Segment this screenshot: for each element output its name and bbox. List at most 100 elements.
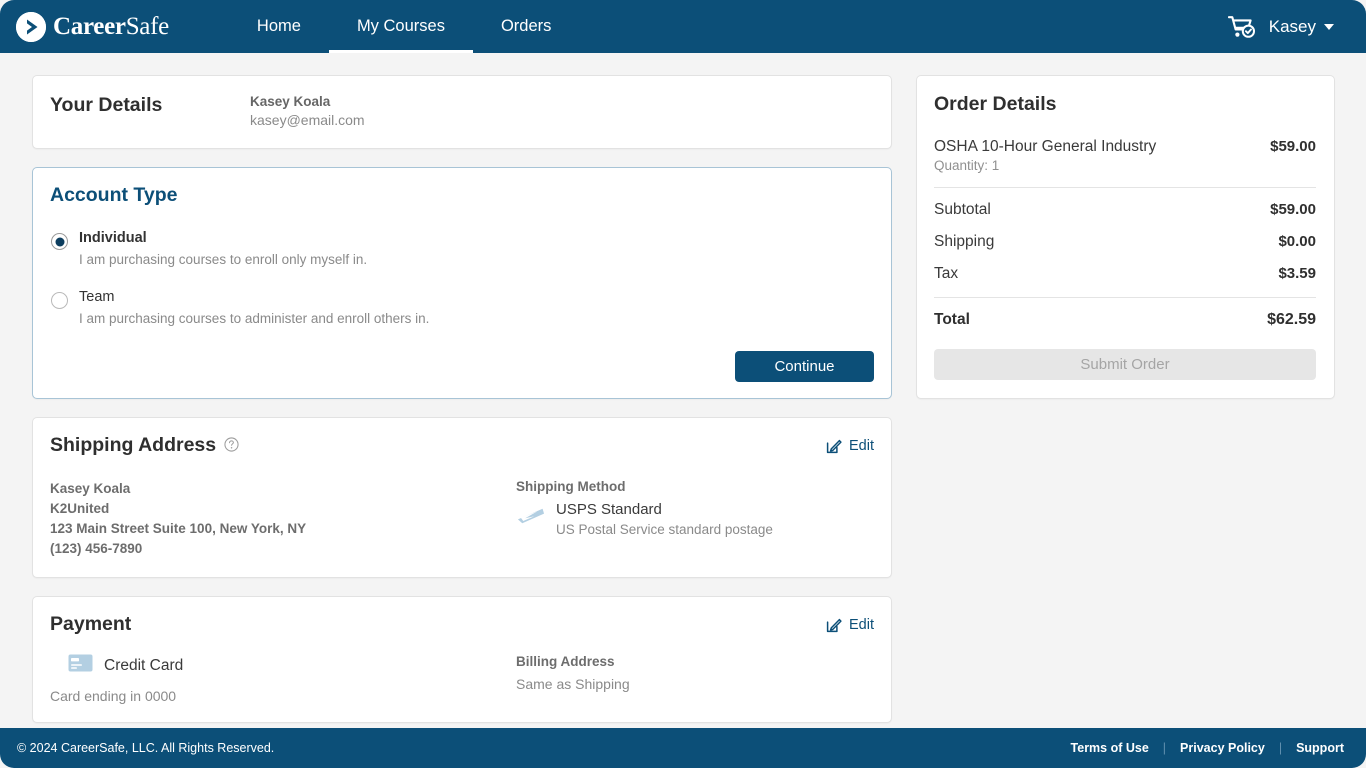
account-type-card: Account Type Individual I am purchasing …	[32, 167, 892, 399]
shipping-address-line: K2United	[50, 499, 516, 519]
your-details-body: Kasey Koala kasey@email.com	[250, 92, 365, 131]
user-menu[interactable]: Kasey	[1228, 15, 1348, 39]
order-item-name: OSHA 10-Hour General Industry	[934, 138, 1156, 156]
your-details-card: Your Details Kasey Koala kasey@email.com	[32, 75, 892, 149]
order-details-card: Order Details OSHA 10-Hour General Indus…	[916, 75, 1335, 399]
payment-edit-label: Edit	[849, 617, 874, 633]
billing-address-block: Billing Address Same as Shipping	[516, 654, 874, 704]
shipping-address-lines: Kasey Koala K2United 123 Main Street Sui…	[50, 479, 516, 559]
payment-card: Payment Edit	[32, 596, 892, 723]
checkout-left-column: Your Details Kasey Koala kasey@email.com…	[32, 75, 892, 723]
order-line-amount: $0.00	[1278, 233, 1316, 250]
shipping-address-header: Shipping Address	[50, 434, 874, 457]
footer-link-support[interactable]: Support	[1296, 741, 1344, 755]
payment-method-name: Credit Card	[104, 657, 183, 675]
submit-order-button[interactable]: Submit Order	[934, 349, 1316, 380]
shipping-address-line: Kasey Koala	[50, 479, 516, 499]
order-line-shipping: Shipping $0.00	[934, 233, 1316, 251]
question-circle-icon[interactable]	[224, 434, 239, 457]
radio-desc-individual: I am purchasing courses to enroll only m…	[79, 251, 367, 269]
payment-header: Payment	[50, 613, 874, 636]
order-details-title: Order Details	[934, 93, 1316, 116]
shipping-method-block: Shipping Method USPS Standard US Posta	[516, 479, 874, 559]
order-item-quantity: Quantity: 1	[934, 158, 1156, 173]
shipping-edit-link[interactable]: Edit	[826, 438, 874, 454]
logo-chevron-icon	[16, 12, 46, 42]
shipping-edit-label: Edit	[849, 438, 874, 454]
shipping-address-body: Kasey Koala K2United 123 Main Street Sui…	[50, 479, 874, 559]
footer-link-terms-of-use[interactable]: Terms of Use	[1071, 741, 1149, 755]
shipping-method-text: USPS Standard US Postal Service standard…	[556, 501, 773, 537]
cart-check-icon[interactable]	[1228, 15, 1256, 39]
billing-address-value: Same as Shipping	[516, 676, 874, 692]
account-type-title: Account Type	[50, 184, 874, 207]
usps-eagle-icon	[516, 501, 545, 532]
pencil-square-icon	[826, 438, 842, 454]
user-name-label: Kasey	[1269, 17, 1316, 37]
account-type-option-individual-text: Individual I am purchasing courses to en…	[79, 229, 367, 269]
order-item-row: OSHA 10-Hour General Industry Quantity: …	[934, 138, 1316, 173]
your-details-title: Your Details	[50, 92, 250, 117]
order-total-label: Total	[934, 311, 970, 329]
footer-link-privacy-policy[interactable]: Privacy Policy	[1180, 741, 1265, 755]
footer-links: Terms of Use | Privacy Policy | Support	[1071, 741, 1344, 755]
checkout-right-column: Order Details OSHA 10-Hour General Indus…	[916, 75, 1335, 399]
shipping-method-name: USPS Standard	[556, 501, 773, 520]
shipping-address-line: (123) 456-7890	[50, 539, 516, 559]
order-line-amount: $3.59	[1278, 265, 1316, 282]
shipping-address-card: Shipping Address	[32, 417, 892, 578]
shipping-method-value: USPS Standard US Postal Service standard…	[516, 501, 874, 537]
page-footer: © 2024 CareerSafe, LLC. All Rights Reser…	[0, 728, 1366, 768]
footer-separator: |	[1279, 741, 1282, 755]
radio-label-team: Team	[79, 288, 429, 307]
top-navbar: CareerSafe Home My Courses Orders Kasey	[0, 0, 1366, 53]
shipping-address-title: Shipping Address	[50, 434, 216, 457]
logo-text-bold: Career	[53, 13, 126, 40]
shipping-method-desc: US Postal Service standard postage	[556, 522, 773, 537]
nav-item-home[interactable]: Home	[229, 0, 329, 53]
logo-text-light: Safe	[126, 13, 169, 40]
account-type-option-team-text: Team I am purchasing courses to administ…	[79, 288, 429, 328]
credit-card-icon	[68, 654, 93, 677]
account-type-actions: Continue	[50, 347, 874, 382]
customer-name: Kasey Koala	[250, 92, 365, 111]
order-divider-bottom	[934, 297, 1316, 298]
payment-card-detail: Card ending in 0000	[50, 688, 516, 704]
pencil-square-icon	[826, 617, 842, 633]
payment-body: Credit Card Card ending in 0000 Billing …	[50, 654, 874, 704]
main-nav: Home My Courses Orders	[229, 0, 579, 53]
order-line-subtotal: Subtotal $59.00	[934, 201, 1316, 219]
footer-separator: |	[1163, 741, 1166, 755]
footer-copyright: © 2024 CareerSafe, LLC. All Rights Reser…	[17, 741, 274, 755]
order-line-label: Shipping	[934, 233, 994, 251]
customer-email: kasey@email.com	[250, 111, 365, 131]
account-type-option-individual[interactable]: Individual I am purchasing courses to en…	[50, 229, 874, 269]
nav-item-orders[interactable]: Orders	[473, 0, 579, 53]
payment-method-value: Credit Card	[50, 654, 516, 677]
radio-label-individual: Individual	[79, 229, 367, 248]
radio-desc-team: I am purchasing courses to administer an…	[79, 310, 429, 328]
billing-address-label: Billing Address	[516, 654, 874, 669]
order-item-info: OSHA 10-Hour General Industry Quantity: …	[934, 138, 1156, 173]
shipping-address-line: 123 Main Street Suite 100, New York, NY	[50, 519, 516, 539]
order-total-amount: $62.59	[1267, 311, 1316, 329]
app-window: CareerSafe Home My Courses Orders Kasey	[0, 0, 1366, 768]
radio-individual[interactable]	[51, 233, 68, 250]
order-line-tax: Tax $3.59	[934, 265, 1316, 283]
logo-wordmark: CareerSafe	[53, 14, 169, 39]
order-line-amount: $59.00	[1270, 201, 1316, 218]
nav-item-my-courses[interactable]: My Courses	[329, 0, 473, 53]
radio-team[interactable]	[51, 292, 68, 309]
payment-title: Payment	[50, 613, 131, 636]
shipping-method-label: Shipping Method	[516, 479, 874, 494]
payment-edit-link[interactable]: Edit	[826, 617, 874, 633]
order-line-label: Subtotal	[934, 201, 991, 219]
order-line-label: Tax	[934, 265, 958, 283]
continue-button[interactable]: Continue	[735, 351, 874, 382]
order-total-row: Total $62.59	[934, 311, 1316, 329]
checkout-main: Your Details Kasey Koala kasey@email.com…	[0, 53, 1366, 728]
careersafe-logo[interactable]: CareerSafe	[16, 12, 169, 42]
account-type-option-team[interactable]: Team I am purchasing courses to administ…	[50, 288, 874, 328]
chevron-down-icon[interactable]	[1324, 24, 1334, 30]
payment-method-block: Credit Card Card ending in 0000	[50, 654, 516, 704]
